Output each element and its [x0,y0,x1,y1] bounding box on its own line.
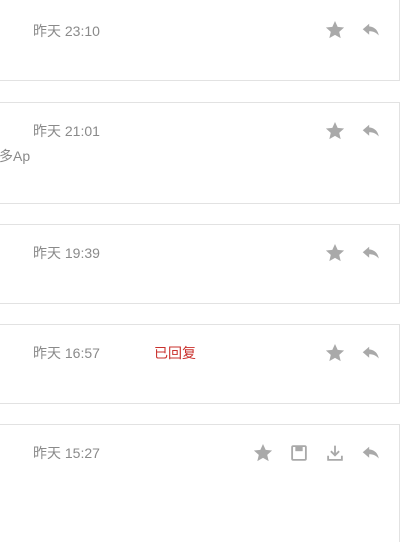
message-list: 昨天 23:10 昨天 21:01 多Ap 昨天 19:39 昨天 16:57 … [0,0,409,542]
save-icon[interactable] [288,442,310,464]
reply-icon[interactable] [360,120,382,142]
message-snippet: 多Ap [0,148,31,164]
message-card[interactable]: 昨天 21:01 多Ap [0,102,400,204]
message-card[interactable]: 昨天 23:10 [0,0,400,81]
star-icon[interactable] [324,342,346,364]
star-icon[interactable] [252,442,274,464]
reply-icon[interactable] [360,19,382,41]
reply-icon[interactable] [360,342,382,364]
message-time: 昨天 16:57 [33,345,100,361]
message-time: 昨天 21:01 [33,123,100,139]
reply-icon[interactable] [360,242,382,264]
message-time: 昨天 15:27 [33,445,100,461]
star-icon[interactable] [324,120,346,142]
message-card[interactable]: 昨天 19:39 [0,224,400,304]
download-icon[interactable] [324,442,346,464]
message-card[interactable]: 昨天 16:57 已回复 [0,324,400,404]
message-card[interactable]: 昨天 15:27 [0,424,400,542]
reply-icon[interactable] [360,442,382,464]
message-time: 昨天 19:39 [33,245,100,261]
star-icon[interactable] [324,19,346,41]
message-time: 昨天 23:10 [33,23,100,39]
star-icon[interactable] [324,242,346,264]
replied-status: 已回复 [154,345,196,361]
